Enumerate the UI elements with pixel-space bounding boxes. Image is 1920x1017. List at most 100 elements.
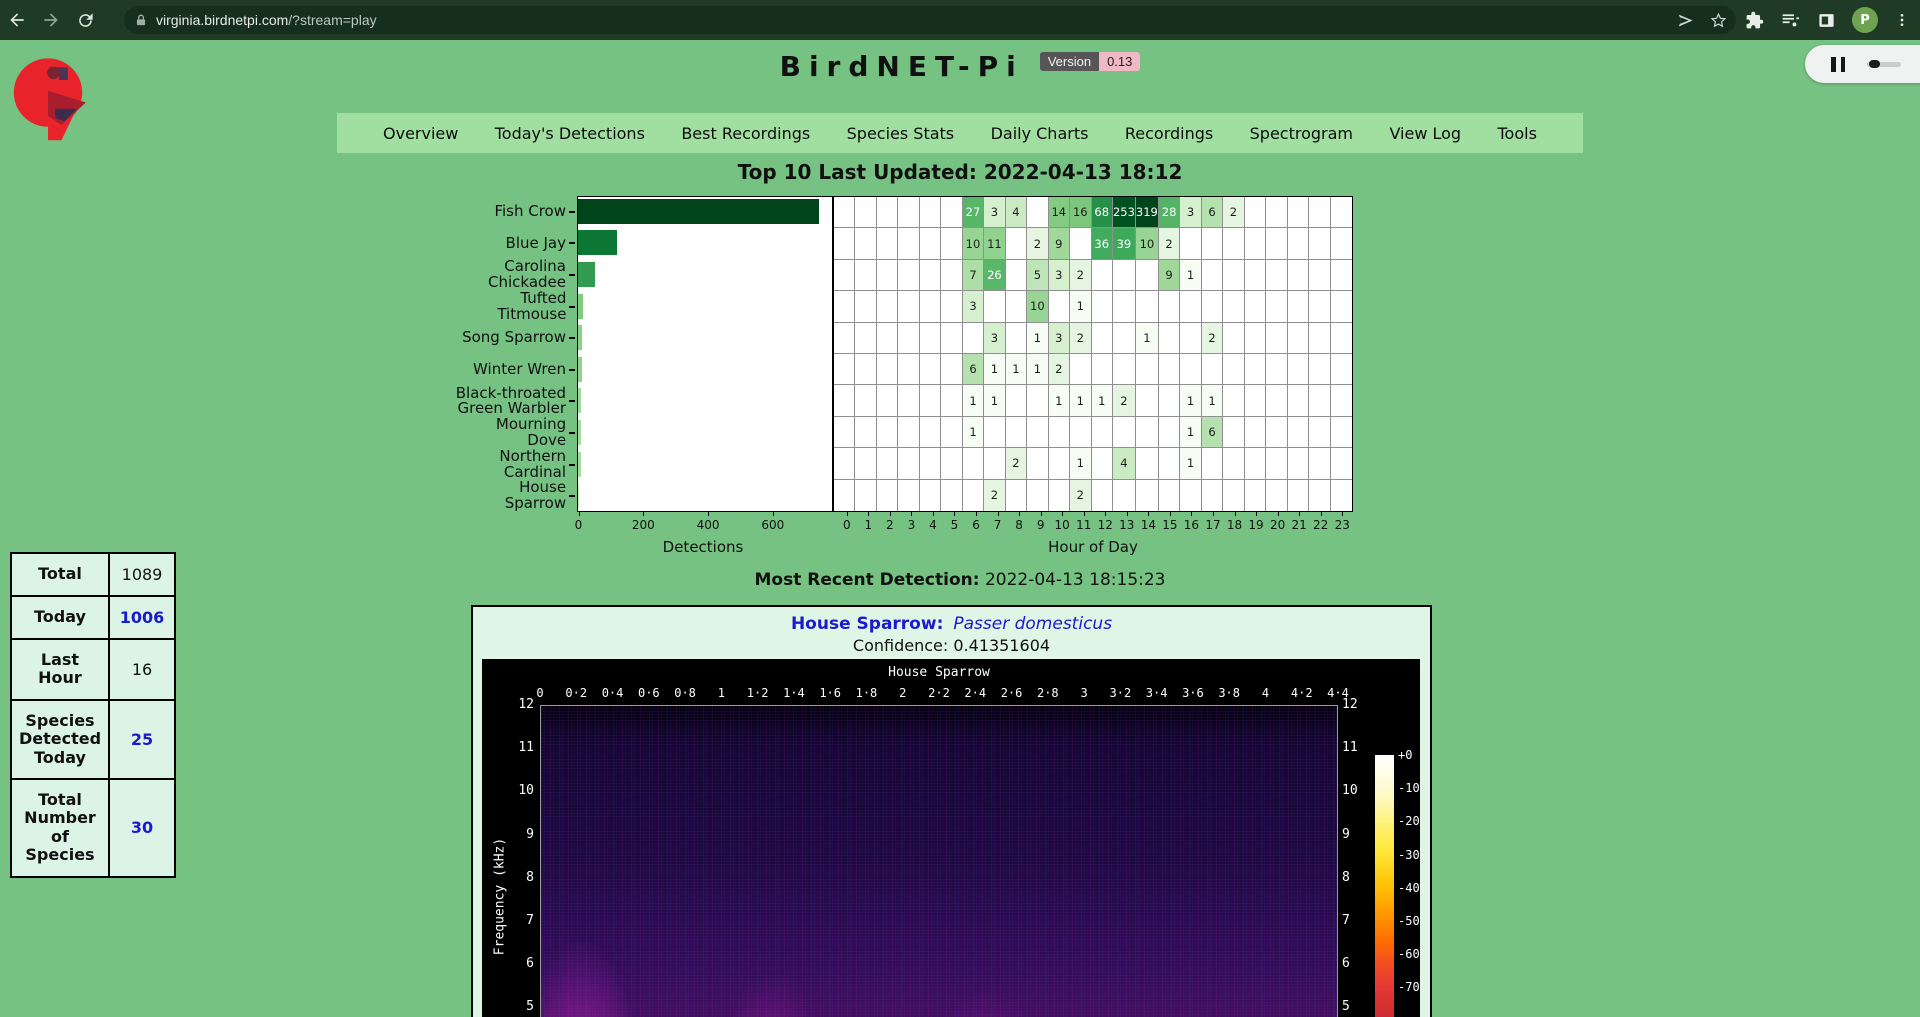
heatmap-cell [1331,354,1352,385]
slider-thumb[interactable] [1869,60,1880,68]
hour-axis-tickmark [1041,512,1042,516]
menu-kebab-icon[interactable] [1894,11,1910,29]
back-button[interactable] [0,5,34,35]
recent-detection-value: 2022-04-13 18:15:23 [985,570,1166,590]
stats-table: Total1089Today1006Last Hour16Species Det… [10,552,176,878]
detection-species-link[interactable]: House Sparrow: [791,614,943,634]
audio-player [1805,45,1920,83]
omnibox[interactable]: virginia.birdnetpi.com/?stream=play [124,6,1736,34]
heatmap-cell [1309,260,1330,291]
hour-axis-ticklabel: 4 [929,518,937,532]
heatmap-cell [834,291,855,322]
sidebar-toggle-icon[interactable] [1817,11,1836,30]
heatmap-cell [941,385,962,416]
heatmap-cell [1331,448,1352,479]
heatmap-cell [920,291,941,322]
heatmap-cell [1288,354,1309,385]
heatmap-cell: 27 [963,197,984,228]
heatmap-cell: 39 [1113,228,1136,259]
spectrogram-title: House Sparrow [888,665,990,680]
hour-axis-ticklabel: 21 [1292,518,1307,532]
stats-value-total-number-of-species[interactable]: 30 [109,779,175,877]
nav-item-species-stats[interactable]: Species Stats [847,124,955,143]
heatmap-cell: 3 [1049,323,1070,354]
heatmap-cell [920,228,941,259]
heatmap-cell: 1 [1180,448,1201,479]
bar-axis-tickmark [708,512,709,516]
heatmap-cell: 7 [963,260,984,291]
heatmap-cell [1159,480,1180,511]
bar-winter-wren [578,357,582,382]
heatmap-cell: 1 [1180,260,1201,291]
heatmap-cell [1266,291,1287,322]
forward-button[interactable] [34,5,68,35]
bar-axis-ticklabel: 600 [761,518,784,532]
heatmap-cell [920,260,941,291]
spectrogram-xtick: 4·2 [1291,686,1313,700]
send-icon[interactable] [1676,11,1695,30]
hour-axis-ticklabel: 1 [864,518,872,532]
heatmap-cell [1223,323,1244,354]
audio-progress-slider[interactable] [1867,62,1901,67]
heatmap-cell [1070,354,1091,385]
reload-button[interactable] [68,5,102,35]
heatmap-cell [1266,197,1287,228]
freq-tick-right: 11 [1342,740,1392,755]
nav-item-daily-charts[interactable]: Daily Charts [991,124,1089,143]
nav-item-tools[interactable]: Tools [1498,124,1537,143]
detection-panel: House Sparrow:Passer domesticus Confiden… [471,605,1432,1017]
heatmap-cell [1245,417,1266,448]
heatmap-cell: 319 [1136,197,1159,228]
heatmap-cell [1245,448,1266,479]
extensions-icon[interactable] [1745,11,1764,30]
heatmap-cell [1288,417,1309,448]
stats-value-species-detected-today[interactable]: 25 [109,700,175,779]
heatmap-cell [898,385,919,416]
bar-black-throated-green-warbler [578,388,581,413]
heatmap-cell: 1 [984,354,1005,385]
hour-axis-tickmark [868,512,869,516]
hour-axis-tickmark [1342,512,1343,516]
url-text: virginia.birdnetpi.com/?stream=play [156,12,377,28]
heatmap-cell [941,291,962,322]
spectrogram-xtick: 2·8 [1037,686,1059,700]
heatmap-cell [877,228,898,259]
freq-tick-left: 6 [484,956,534,971]
heatmap-cell [1180,291,1201,322]
heatmap-cell [1223,354,1244,385]
heatmap-cell: 1 [1070,291,1091,322]
stats-value-today[interactable]: 1006 [109,596,175,639]
hour-axis-ticklabel: 22 [1313,518,1328,532]
colorbar-tick: -60 [1398,947,1420,961]
heatmap-cell: 1 [1070,448,1091,479]
heatmap-cell [1202,291,1223,322]
profile-avatar[interactable]: P [1852,7,1878,33]
nav-item-recordings[interactable]: Recordings [1125,124,1213,143]
heatmap-cell [1006,291,1027,322]
heatmap-cell [834,197,855,228]
detection-scientific-link[interactable]: Passer domesticus [953,614,1112,634]
hour-axis-tickmark [1127,512,1128,516]
hour-axis-tickmark [1170,512,1171,516]
heatmap-cell [855,480,876,511]
hour-axis-tickmark [998,512,999,516]
nav-item-spectrogram[interactable]: Spectrogram [1250,124,1353,143]
heatmap-cell [834,228,855,259]
nav-item-today-s-detections[interactable]: Today's Detections [495,124,645,143]
heatmap-cell [855,291,876,322]
media-controls-icon[interactable] [1780,10,1801,31]
spectrogram-xtick: 0·2 [565,686,587,700]
heatmap-cell: 1 [1180,417,1201,448]
heatmap-cell: 1 [1027,323,1048,354]
pause-button[interactable] [1831,57,1845,72]
hour-axis-ticklabel: 18 [1227,518,1242,532]
heatmap-cell [1245,323,1266,354]
nav-item-overview[interactable]: Overview [383,124,458,143]
nav-item-view-log[interactable]: View Log [1389,124,1461,143]
nav-item-best-recordings[interactable]: Best Recordings [681,124,810,143]
bookmark-star-icon[interactable] [1709,11,1728,30]
heatmap-cell: 10 [1027,291,1048,322]
bar-axis-tickmark [643,512,644,516]
heatmap-cell [920,480,941,511]
heatmap-cell [1266,228,1287,259]
